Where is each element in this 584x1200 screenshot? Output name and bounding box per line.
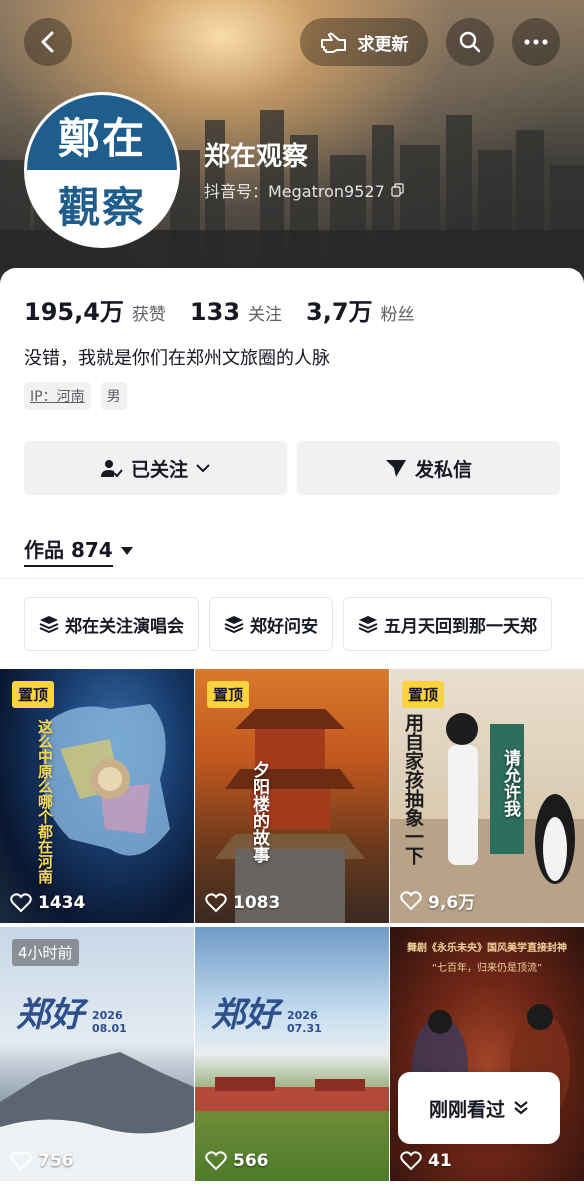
more-dots-icon <box>524 39 548 45</box>
like-count: 1434 <box>10 893 85 913</box>
stat-label: 获赞 <box>131 305 166 325</box>
chevron-down-icon <box>196 464 210 473</box>
stat-number: 195,4万 <box>24 298 124 326</box>
collection-label: 五月天回到那一天郑 <box>384 616 537 637</box>
caret-down-icon <box>120 546 133 555</box>
collection-chip[interactable]: 五月天回到那一天郑 <box>343 597 552 651</box>
profile-header-background: 求更新 鄭在 觀察 郑在观察 抖音号：Megatron9527 <box>0 0 584 300</box>
layers-icon <box>224 616 244 633</box>
send-message-button[interactable]: 发私信 <box>297 441 560 495</box>
search-button[interactable] <box>446 18 494 66</box>
like-count-text: 756 <box>38 1151 74 1171</box>
video-overlay-title: 郑好 <box>211 995 279 1035</box>
heart-icon <box>205 1151 227 1171</box>
tab-works[interactable]: 作品 874 <box>24 534 133 567</box>
double-chevron-down-icon <box>514 1101 528 1115</box>
ip-location-tag[interactable]: IP：河南 <box>24 382 91 410</box>
like-count: 1083 <box>205 893 280 913</box>
video-tile[interactable]: 置顶 用自家孩抽象一下 请允许我 9,6万 <box>390 669 584 923</box>
pinned-badge: 置顶 <box>12 681 55 708</box>
stat-following[interactable]: 133 关注 <box>190 298 282 326</box>
layers-icon <box>358 616 378 633</box>
video-overlay-text: 夕阳楼的故事 <box>249 761 269 863</box>
like-count: 9,6万 <box>400 888 475 913</box>
douyin-id-text: 抖音号：Megatron9527 <box>204 182 385 201</box>
heart-icon <box>10 893 32 913</box>
like-count-text: 566 <box>233 1151 269 1171</box>
avatar-text-top: 鄭在 <box>27 95 177 170</box>
video-tile[interactable]: 置顶 这么中原么哪个都在河南 1434 <box>0 669 194 923</box>
video-tile[interactable]: 置顶 夕阳楼的故事 1083 <box>195 669 389 923</box>
like-count-text: 1434 <box>38 893 86 913</box>
back-arrow-icon <box>41 31 54 53</box>
like-count-text: 1083 <box>233 893 281 913</box>
stats-row: 195,4万 获赞 133 关注 3,7万 粉丝 <box>24 292 415 327</box>
video-overlay-text: 这么中原么哪个都在河南 <box>36 719 54 884</box>
section-divider <box>0 578 584 579</box>
like-count: 41 <box>400 1151 452 1171</box>
video-overlay-title: 郑好 <box>16 995 84 1035</box>
stat-followers[interactable]: 3,7万 粉丝 <box>306 292 415 327</box>
heart-icon <box>400 1151 422 1171</box>
collection-chip[interactable]: 郑在关注演唱会 <box>24 597 199 651</box>
video-overlay-date: 2026 08.01 <box>92 1009 127 1036</box>
grassland-image <box>195 1077 389 1111</box>
stat-label: 粉丝 <box>380 305 415 325</box>
back-button[interactable] <box>24 18 72 66</box>
like-count: 756 <box>10 1151 74 1171</box>
profile-info-card: 195,4万 获赞 133 关注 3,7万 粉丝 没错，我就是你们在郑州文旅圈的… <box>0 268 584 588</box>
user-check-icon <box>100 460 123 478</box>
recently-viewed-button[interactable]: 刚刚看过 <box>398 1072 560 1144</box>
video-tile[interactable]: 郑好 2026 07.31 566 <box>195 927 389 1181</box>
gender-tag: 男 <box>100 382 127 410</box>
copy-icon[interactable] <box>391 183 405 197</box>
followed-label: 已关注 <box>130 458 188 481</box>
like-count-text: 41 <box>428 1151 452 1171</box>
stat-number: 3,7万 <box>306 298 373 326</box>
avatar[interactable]: 鄭在 觀察 <box>24 92 180 248</box>
video-overlay-date: 2026 07.31 <box>287 1009 322 1036</box>
time-badge: 4小时前 <box>12 939 79 966</box>
stat-number: 133 <box>189 298 241 326</box>
collection-label: 郑好问安 <box>250 616 318 637</box>
more-button[interactable] <box>512 18 560 66</box>
layers-icon <box>39 616 59 633</box>
search-icon <box>459 31 481 53</box>
pinned-badge: 置顶 <box>402 681 445 708</box>
heart-icon <box>400 890 422 910</box>
stat-label: 关注 <box>248 305 283 325</box>
profile-tags: IP：河南 男 <box>24 382 127 410</box>
collection-label: 郑在关注演唱会 <box>65 616 184 637</box>
like-count-text: 9,6万 <box>428 893 476 913</box>
video-tile[interactable]: 4小时前 郑好 2026 08.01 756 <box>0 927 194 1181</box>
collections-row: 郑在关注演唱会 郑好问安 五月天回到那一天郑 <box>24 597 584 651</box>
stat-likes[interactable]: 195,4万 获赞 <box>24 292 166 327</box>
request-update-button[interactable]: 求更新 <box>300 18 428 66</box>
works-tab-label: 作品 874 <box>24 534 113 567</box>
hand-point-icon <box>320 32 346 53</box>
avatar-text-bottom: 觀察 <box>27 170 177 245</box>
send-icon <box>385 460 406 477</box>
heart-icon <box>10 1151 32 1171</box>
douyin-id: 抖音号：Megatron9527 <box>204 178 405 202</box>
send-message-label: 发私信 <box>414 458 472 481</box>
collection-chip[interactable]: 郑好问安 <box>209 597 333 651</box>
like-count: 566 <box>205 1151 269 1171</box>
recently-viewed-label: 刚刚看过 <box>428 1098 505 1121</box>
profile-page: 求更新 鄭在 觀察 郑在观察 抖音号：Megatron9527 195,4万 获… <box>0 0 584 1200</box>
request-update-label: 求更新 <box>357 34 409 55</box>
nickname: 郑在观察 <box>204 142 309 172</box>
heart-icon <box>205 893 227 913</box>
video-overlay-text: 请允许我 <box>500 749 520 817</box>
bio-text: 没错，我就是你们在郑州文旅圈的人脉 <box>24 348 330 369</box>
video-overlay-text: 用自家孩抽象一下 <box>402 713 424 865</box>
followed-button[interactable]: 已关注 <box>24 441 287 495</box>
pinned-badge: 置顶 <box>207 681 250 708</box>
